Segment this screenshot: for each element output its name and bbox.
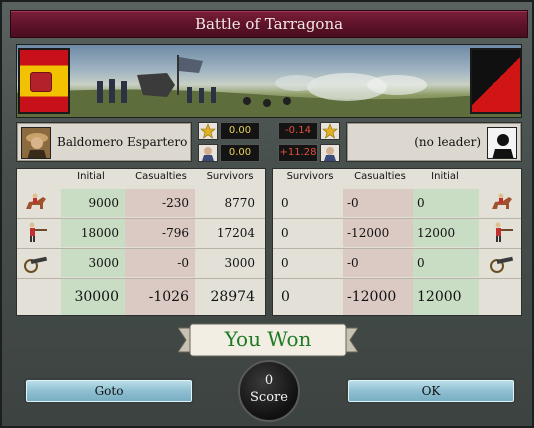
- survivors-cell: 0: [277, 249, 343, 277]
- casualties-cell: -0: [343, 249, 413, 277]
- artillery-icon: [489, 250, 515, 274]
- coat-of-arms-icon: [30, 72, 52, 92]
- initial-cell: 12000: [413, 219, 479, 247]
- goto-button[interactable]: Goto: [24, 378, 194, 404]
- defender-casualty-table: Survivors Casualties Initial 0 -0 0 0 -1…: [272, 168, 522, 316]
- survivors-cell: 8770: [195, 189, 261, 217]
- battle-banner-image: [16, 44, 522, 118]
- initial-cell: 0: [413, 249, 479, 277]
- initial-cell: 18000: [61, 219, 125, 247]
- survivors-cell: 17204: [195, 219, 261, 247]
- col-header-initial: Initial: [77, 171, 105, 182]
- total-survivors-cell: 0: [277, 279, 343, 315]
- col-header-initial: Initial: [431, 171, 459, 182]
- no-leader-silhouette-icon[interactable]: [487, 127, 517, 159]
- right-defense-value: +11.28: [278, 144, 318, 162]
- war-score-indicator: 0 Score: [238, 360, 300, 422]
- initial-cell: 9000: [61, 189, 125, 217]
- morale-star-icon: [198, 122, 218, 140]
- initial-cell: 0: [413, 189, 479, 217]
- right-morale-value: -0.14: [278, 122, 318, 140]
- rebel-flag-icon: [470, 48, 522, 114]
- cavalry-icon: [23, 191, 49, 215]
- left-morale-value: 0.00: [220, 122, 260, 140]
- col-header-survivors: Survivors: [206, 171, 254, 182]
- battle-result-dialog: Battle of Tarragona Baldomero Espartero …: [0, 0, 534, 428]
- artillery-icon: [23, 250, 49, 274]
- leader-portrait[interactable]: [21, 127, 51, 159]
- defender-leader-panel: (no leader): [346, 122, 522, 162]
- survivors-cell: 0: [277, 219, 343, 247]
- survivors-cell: 0: [277, 189, 343, 217]
- casualties-cell: -796: [125, 219, 195, 247]
- col-header-survivors: Survivors: [286, 171, 334, 182]
- defense-leader-icon: [320, 144, 340, 162]
- initial-cell: 3000: [61, 249, 125, 277]
- total-casualties-cell: -12000: [343, 279, 413, 315]
- score-value: 0: [264, 373, 274, 388]
- casualties-cell: -0: [343, 189, 413, 217]
- defense-leader-icon: [198, 144, 218, 162]
- total-initial-cell: 30000: [61, 279, 125, 315]
- attacker-casualty-table: Initial Casualties Survivors 9000 -230 8…: [16, 168, 266, 316]
- casualties-cell: -0: [125, 249, 195, 277]
- spain-flag-icon: [18, 48, 70, 114]
- cavalry-icon: [489, 191, 515, 215]
- leader-name: Baldomero Espartero: [57, 135, 188, 149]
- left-defense-value: 0.00: [220, 144, 260, 162]
- casualties-cell: -230: [125, 189, 195, 217]
- infantry-icon: [489, 220, 515, 244]
- ok-button[interactable]: OK: [346, 378, 516, 404]
- col-header-casualties: Casualties: [135, 171, 187, 182]
- dialog-title: Battle of Tarragona: [10, 10, 528, 38]
- col-header-casualties: Casualties: [354, 171, 406, 182]
- survivors-cell: 3000: [195, 249, 261, 277]
- total-survivors-cell: 28974: [195, 279, 261, 315]
- leader-name: (no leader): [414, 135, 481, 149]
- score-label: Score: [250, 390, 288, 405]
- total-initial-cell: 12000: [413, 279, 479, 315]
- battle-result-text: You Won: [224, 327, 312, 351]
- attacker-leader-panel: Baldomero Espartero: [16, 122, 192, 162]
- infantry-icon: [23, 220, 49, 244]
- total-casualties-cell: -1026: [125, 279, 195, 315]
- result-scroll-banner: You Won: [178, 322, 358, 358]
- casualties-cell: -12000: [343, 219, 413, 247]
- morale-star-icon: [320, 122, 340, 140]
